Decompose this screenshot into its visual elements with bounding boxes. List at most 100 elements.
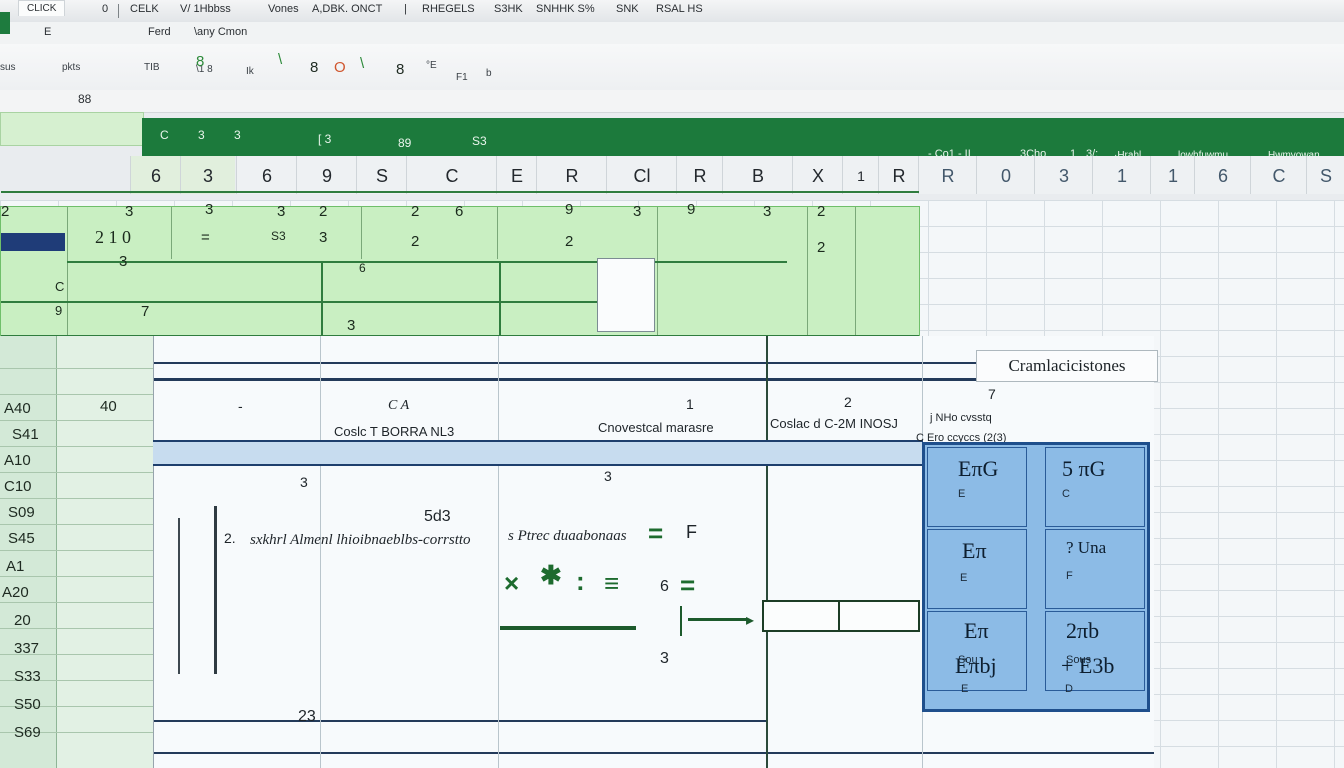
tab-rhegels[interactable]: RHEGELS [422,3,475,15]
calc-cell[interactable]: Eπ E [927,529,1027,609]
green-item-s3[interactable]: S3 [472,134,487,148]
tab-snk[interactable]: SNK [616,3,639,15]
cell-value[interactable]: C [55,279,64,294]
cell-input-box[interactable] [762,600,920,632]
cell-value[interactable]: 3 [347,317,355,334]
ribbon-label-b[interactable]: b [486,68,492,79]
calc-cell[interactable]: ? Una F [1045,529,1145,609]
row-label[interactable]: A1 [6,558,24,575]
row-label[interactable]: A10 [4,452,31,469]
cell-value[interactable]: 2 [319,203,327,220]
col-header[interactable]: C [406,156,497,194]
tab-hbbss[interactable]: V/ 1Hbbss [180,3,231,15]
table-icon[interactable]: 8 [396,62,404,78]
green-item-3a[interactable]: 3 [198,128,205,142]
col-header[interactable]: 1 [1150,156,1195,194]
col-header[interactable]: 6 [130,156,181,194]
col-header[interactable]: C [1250,156,1307,194]
row-label[interactable]: S41 [12,426,39,443]
cell-formula[interactable]: 2 1 0 [95,227,131,248]
tab-rsal[interactable]: RSAL HS [656,3,703,15]
tab-celk[interactable]: CELK [130,3,159,15]
ribbon-label-sus[interactable]: sus [0,62,16,73]
brush-icon[interactable]: \ [278,52,282,68]
row-label[interactable]: S50 [14,696,41,713]
row-indicator[interactable] [1,233,65,251]
tab-click[interactable]: CLICK [18,0,66,16]
col-header[interactable]: S [356,156,407,194]
ribbon-label-tib[interactable]: TIB [144,62,160,73]
col-header[interactable]: E [496,156,537,194]
ribbon-tab-e[interactable]: E [44,26,51,38]
col-header[interactable]: 3 [1034,156,1093,194]
row-label[interactable]: S33 [14,668,41,685]
green-item-c[interactable]: C [160,128,169,142]
col-header[interactable]: 6 [236,156,297,194]
green-item-3b[interactable]: 3 [234,128,241,142]
calc-cell[interactable]: EπG E [927,447,1027,527]
arrow-icon[interactable]: \ [360,56,364,72]
cell-value[interactable]: 3 [633,203,641,220]
row-label[interactable]: A20 [2,584,29,601]
color-icon[interactable]: O [334,60,346,76]
name-box[interactable]: 88 [78,92,91,106]
tab-0[interactable]: 0 [102,3,108,15]
cell-value[interactable]: 3 [205,201,213,218]
cell-value[interactable]: 3 [319,229,327,246]
cell-value[interactable]: 9 [55,303,62,318]
ribbon-tab-any[interactable]: \any Cmon [194,26,247,38]
cell-value[interactable]: 3 [277,203,285,220]
format-icon[interactable]: 8 [310,60,318,76]
row-label[interactable]: S45 [8,530,35,547]
row-label[interactable]: A40 [4,400,31,417]
col-header[interactable]: 1 [1092,156,1151,194]
cell-value[interactable]: 3 [125,203,133,220]
col-header[interactable]: X [792,156,843,194]
col-header[interactable]: S [1306,156,1344,194]
col-header[interactable]: Cl [606,156,677,194]
tab-adbk[interactable]: A,DBK. ONCT [312,3,382,15]
col-header[interactable]: B [722,156,793,194]
ribbon-label-f1[interactable]: F1 [456,72,468,83]
col-header[interactable]: 0 [976,156,1035,194]
row-label[interactable]: C10 [4,478,32,495]
cell-value[interactable]: 2 [411,233,419,250]
col-header[interactable]: R [676,156,723,194]
formula-bar[interactable] [0,90,1344,113]
cell-value[interactable]: S3 [271,229,286,243]
cell-value[interactable]: 9 [687,201,695,218]
cell-value[interactable]: 2 [817,203,825,220]
ribbon-label-oe[interactable]: °E [426,60,437,71]
green-item-89[interactable]: 89 [398,136,411,150]
tab-vones[interactable]: Vones [268,3,299,15]
col-header[interactable]: R [918,156,977,194]
cell-value[interactable]: 2 [411,203,419,220]
green-selector[interactable] [0,112,144,146]
ribbon-label-ik[interactable]: Ik [246,66,254,77]
col-header[interactable]: R [536,156,607,194]
tab-snhhk[interactable]: SNHHK S% [536,3,595,15]
calculator-card[interactable]: EπG E 5 πG C Eπ E ? Una F Eπ Sou 2πb Sou… [922,442,1150,712]
cell-value[interactable]: 3 [119,253,127,270]
calc-cell[interactable]: + E3b D [1045,641,1145,701]
calc-cell[interactable]: Eπbj E [927,641,1027,701]
row-label[interactable]: 20 [14,612,31,629]
row-label[interactable]: S69 [14,724,41,741]
col-header[interactable]: R [878,156,919,194]
cell-value[interactable]: = [201,229,210,246]
row-sub-label[interactable]: 40 [100,398,117,415]
ribbon-tab-ferd[interactable]: Ferd [148,26,171,38]
row-label[interactable]: S09 [8,504,35,521]
calc-cell[interactable]: 5 πG C [1045,447,1145,527]
paint-icon[interactable]: 8 [196,54,204,70]
cell-value[interactable]: 3 [763,203,771,220]
green-item-l3[interactable]: [ 3 [318,132,331,146]
cell-value[interactable]: 2 [817,239,825,256]
row-label[interactable]: 337 [14,640,39,657]
col-header[interactable]: 3 [180,156,235,194]
ribbon-label-pkts[interactable]: pkts [62,62,80,73]
col-header[interactable]: 9 [296,156,357,194]
green-selection-range[interactable]: 2 3 3 3 2 2 6 9 3 9 3 2 = S3 3 2 2 2 3 6… [0,191,920,337]
inline-editor[interactable] [597,258,655,332]
col-header[interactable]: 1 [842,156,879,194]
